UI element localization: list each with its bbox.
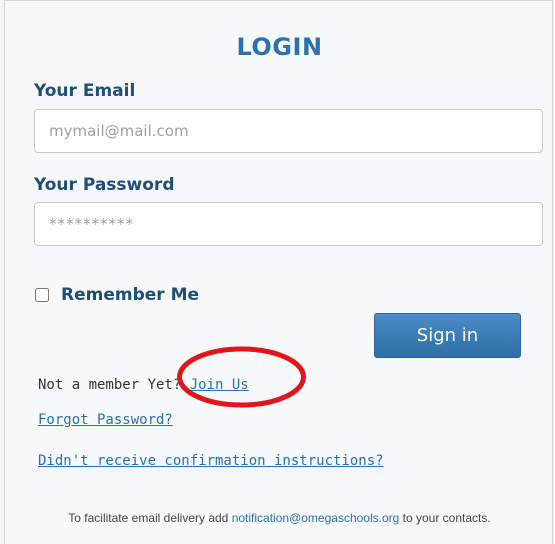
confirmation-instructions-link[interactable]: Didn't receive confirmation instructions… bbox=[38, 453, 384, 469]
footer-note: To facilitate email delivery add notific… bbox=[5, 511, 554, 525]
email-field[interactable] bbox=[34, 109, 543, 153]
not-member-line: Not a member Yet? Join Us bbox=[38, 377, 249, 393]
join-us-link[interactable]: Join Us bbox=[190, 377, 249, 393]
email-label: Your Email bbox=[34, 81, 136, 101]
password-field[interactable] bbox=[34, 202, 543, 246]
remember-me-checkbox[interactable] bbox=[35, 288, 49, 302]
footer-text-before: To facilitate email delivery add bbox=[68, 511, 229, 525]
confirmation-line: Didn't receive confirmation instructions… bbox=[38, 453, 384, 469]
password-label: Your Password bbox=[34, 175, 175, 195]
login-panel: LOGIN Your Email Your Password Remember … bbox=[4, 0, 553, 544]
remember-me-row[interactable]: Remember Me bbox=[35, 285, 199, 305]
footer-text-after: to your contacts. bbox=[402, 511, 491, 525]
page-title: LOGIN bbox=[236, 33, 323, 61]
forgot-password-line: Forgot Password? bbox=[38, 412, 173, 428]
forgot-password-link[interactable]: Forgot Password? bbox=[38, 412, 173, 428]
footer-email: notification@omegaschools.org bbox=[231, 511, 400, 525]
remember-me-label: Remember Me bbox=[61, 285, 200, 305]
sign-in-button[interactable]: Sign in bbox=[374, 313, 521, 358]
not-member-text: Not a member Yet? bbox=[38, 377, 182, 393]
